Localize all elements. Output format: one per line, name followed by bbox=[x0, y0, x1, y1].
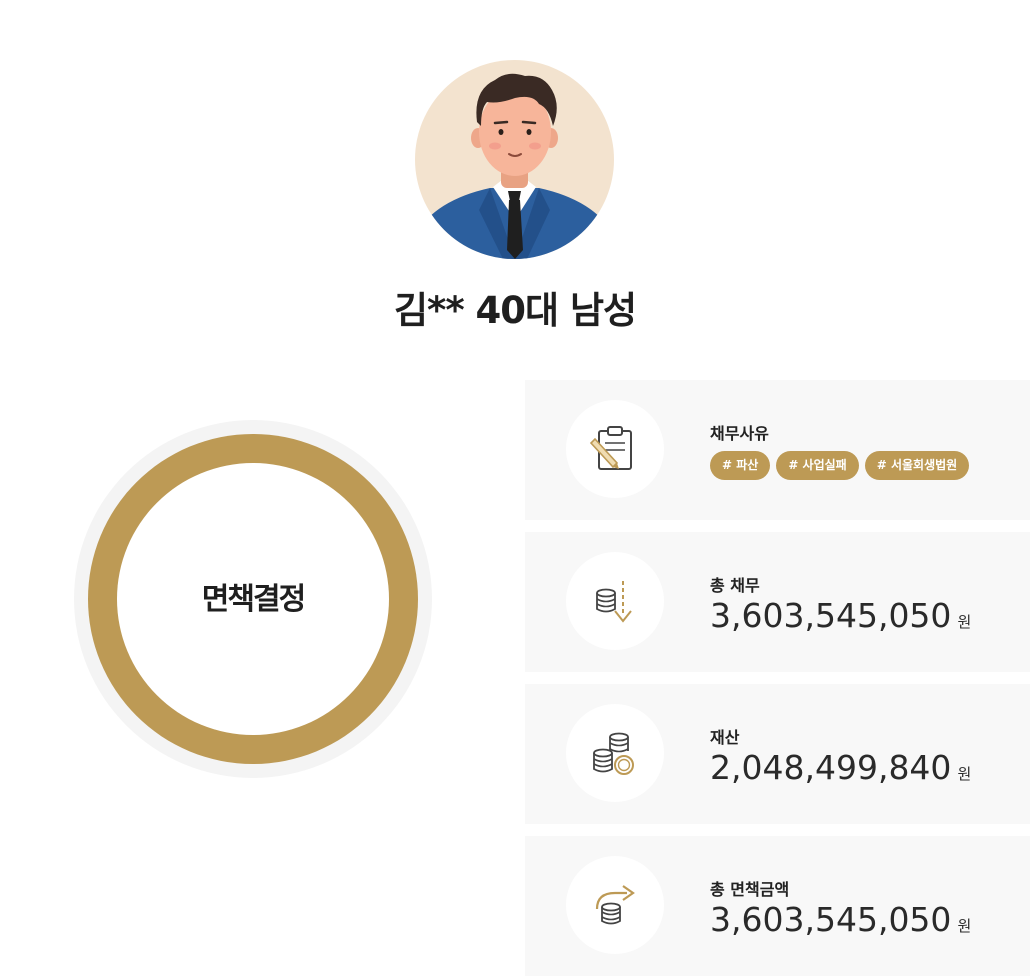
tag-list: # 파산 # 사업실패 # 서울회생법원 bbox=[710, 451, 970, 480]
currency-unit: 원 bbox=[957, 613, 972, 631]
currency-unit: 원 bbox=[957, 765, 972, 783]
coin-stack-icon bbox=[566, 704, 664, 802]
currency-unit: 원 bbox=[957, 917, 972, 935]
tag-bankruptcy[interactable]: # 파산 bbox=[710, 451, 771, 480]
amount: 2,048,499,840 bbox=[710, 748, 952, 787]
coins-down-arrow-icon bbox=[566, 552, 664, 650]
card-title: 채무사유 bbox=[710, 424, 769, 443]
total-debt-value: 3,603,545,050 원 bbox=[710, 596, 971, 635]
coins-transfer-arrow-icon bbox=[566, 856, 664, 954]
man-avatar-illustration bbox=[415, 73, 614, 259]
total-discharge-value: 3,603,545,050 원 bbox=[710, 900, 971, 939]
card-title: 재산 bbox=[710, 728, 740, 747]
amount: 3,603,545,050 bbox=[710, 596, 952, 635]
case-result-page: 김** 40대 남성 면책결정 채무사유 # 파산 # 사업실패 # 서울회생법… bbox=[0, 0, 1030, 976]
amount: 3,603,545,050 bbox=[710, 900, 952, 939]
card-title: 총 채무 bbox=[710, 576, 760, 595]
profile-name: 김** 40대 남성 bbox=[393, 289, 637, 332]
assets-card: 재산 2,048,499,840 원 bbox=[525, 684, 1030, 824]
avatar bbox=[415, 60, 614, 259]
card-title: 총 면책금액 bbox=[710, 880, 790, 899]
clipboard-pencil-icon bbox=[566, 400, 664, 498]
total-discharge-card: 총 면책금액 3,603,545,050 원 bbox=[525, 836, 1030, 976]
tag-business-failure[interactable]: # 사업실패 bbox=[776, 451, 859, 480]
result-ring-center: 면책결정 bbox=[117, 463, 389, 735]
debt-reason-card: 채무사유 # 파산 # 사업실패 # 서울회생법원 bbox=[525, 380, 1030, 520]
result-label: 면책결정 bbox=[201, 582, 306, 617]
assets-value: 2,048,499,840 원 bbox=[710, 748, 971, 787]
total-debt-card: 총 채무 3,603,545,050 원 bbox=[525, 532, 1030, 672]
tag-seoul-rehabilitation-court[interactable]: # 서울회생법원 bbox=[864, 451, 970, 480]
